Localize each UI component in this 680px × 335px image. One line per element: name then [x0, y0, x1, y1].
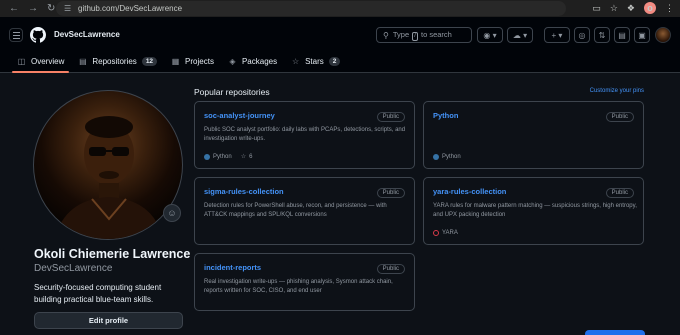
copilot-menu-button[interactable]: ☁ ▾: [507, 27, 533, 43]
star-icon: ☆: [292, 56, 300, 66]
repo-card: Python Public Python: [423, 101, 644, 169]
repo-meta: Python: [433, 154, 461, 160]
tab-repositories[interactable]: ▤ Repositories 12: [71, 50, 164, 72]
hamburger-menu-icon[interactable]: [9, 28, 23, 42]
search-icon: ⚲: [383, 30, 389, 40]
repo-name-link[interactable]: soc-analyst-journey: [204, 111, 405, 120]
repositories-button[interactable]: ▤: [614, 27, 630, 43]
repo-description: Detection rules for PowerShell abuse, re…: [204, 203, 387, 218]
repo-icon: ▤: [79, 56, 87, 66]
tab-label: Repositories: [92, 56, 137, 66]
repo-name-link[interactable]: yara-rules-collection: [433, 187, 634, 196]
reload-icon[interactable]: ↻: [47, 3, 55, 14]
pull-request-icon: ⇅: [598, 30, 606, 40]
set-status-icon[interactable]: ☺: [163, 204, 181, 222]
copilot-icon: ◉ ▾: [483, 30, 497, 40]
tab-packages[interactable]: ◈ Packages: [221, 50, 284, 72]
repo-language: Python: [204, 153, 232, 160]
issue-icon: ◎: [578, 30, 586, 40]
language-dot-icon: [433, 154, 439, 160]
repo-icon: ▤: [618, 30, 626, 40]
table-icon: ▦: [171, 56, 180, 66]
tab-label: Projects: [185, 56, 214, 66]
header-owner[interactable]: DevSecLawrence: [54, 30, 120, 39]
tab-overview[interactable]: ◫ Overview: [10, 50, 71, 73]
user-avatar[interactable]: [655, 27, 671, 43]
create-new-button[interactable]: + ▾: [544, 27, 570, 43]
customize-pins-link[interactable]: Customize your pins: [590, 88, 644, 94]
tab-label: Overview: [31, 56, 65, 66]
browser-profile-avatar[interactable]: o: [644, 2, 656, 14]
repo-language: YARA: [433, 230, 458, 236]
search-input[interactable]: ⚲ Type / to search: [376, 27, 472, 43]
book-icon: ◫: [17, 56, 26, 66]
tab-label: Packages: [241, 56, 278, 66]
visibility-badge: Public: [605, 188, 634, 198]
repo-language: Python: [433, 154, 461, 160]
edit-profile-button[interactable]: Edit profile: [34, 312, 183, 329]
repo-card: yara-rules-collection Public YARA rules …: [423, 177, 644, 245]
tab-count: 2: [328, 56, 341, 66]
repo-description: Public SOC analyst portfolio: daily labs…: [204, 127, 406, 142]
back-icon[interactable]: ←: [9, 3, 19, 14]
url-text: github.com/DevSecLawrence: [78, 4, 183, 13]
star-icon: ☆: [240, 154, 247, 160]
repo-description: YARA rules for malware pattern matching …: [433, 203, 637, 218]
forward-icon[interactable]: →: [28, 3, 38, 14]
plus-icon: + ▾: [551, 30, 563, 40]
profile-fullname: Okoli Chiemerie Lawrence: [34, 247, 191, 261]
package-icon: ◈: [229, 56, 236, 66]
profile-bio: Security-focused computing student build…: [34, 283, 162, 304]
repo-stars-link[interactable]: ☆ 6: [240, 153, 253, 161]
contribution-settings-button[interactable]: [585, 330, 645, 335]
profile-photo-icon: [54, 116, 164, 239]
repo-card: soc-analyst-journey Public Public SOC an…: [194, 101, 415, 169]
browser-toolbar: ← → ↻ ☰ github.com/DevSecLawrence ▭ ☆ ❖ …: [0, 0, 680, 17]
repo-card: sigma-rules-collection Public Detection …: [194, 177, 415, 245]
browser-actions: ▭ ☆ ❖ o ⋮: [592, 2, 674, 14]
repo-meta: YARA: [433, 230, 458, 236]
pull-requests-button[interactable]: ⇅: [594, 27, 610, 43]
cloud-icon: ☁ ▾: [512, 30, 528, 40]
site-info-icon[interactable]: ☰: [64, 4, 72, 13]
repo-card: incident-reports Public Real investigati…: [194, 253, 415, 311]
github-logo-icon[interactable]: [30, 27, 46, 43]
repo-meta: Python ☆ 6: [204, 153, 252, 160]
visibility-badge: Public: [376, 112, 405, 122]
cast-icon[interactable]: ▭: [592, 2, 601, 14]
github-header: DevSecLawrence ⚲ Type / to search ◉ ▾ ☁ …: [0, 17, 680, 73]
visibility-badge: Public: [376, 264, 405, 274]
issues-button[interactable]: ◎: [574, 27, 590, 43]
bookmark-star-icon[interactable]: ☆: [610, 2, 618, 14]
repo-name-link[interactable]: Python: [433, 111, 634, 120]
profile-tabs: ◫ Overview ▤ Repositories 12 ▦ Projects …: [0, 50, 347, 73]
language-dot-icon: [204, 153, 210, 160]
tab-stars[interactable]: ☆ Stars 2: [284, 50, 347, 72]
browser-nav: ← → ↻: [0, 3, 55, 14]
search-placeholder: Type / to search: [392, 29, 452, 41]
tab-count: 12: [141, 56, 158, 66]
address-bar[interactable]: ☰ github.com/DevSecLawrence: [56, 1, 566, 16]
popular-repos-heading: Popular repositories: [194, 87, 270, 97]
visibility-badge: Public: [376, 188, 405, 198]
extensions-icon[interactable]: ❖: [627, 2, 635, 14]
language-dot-icon: [433, 230, 439, 236]
repo-description: Real investigation write-ups — phishing …: [204, 279, 393, 294]
profile-avatar[interactable]: [33, 90, 183, 240]
tab-projects[interactable]: ▦ Projects: [164, 50, 221, 72]
inbox-button[interactable]: ▣: [634, 27, 650, 43]
visibility-badge: Public: [605, 112, 634, 122]
browser-menu-icon[interactable]: ⋮: [665, 2, 674, 14]
inbox-icon: ▣: [638, 30, 646, 40]
tab-label: Stars: [305, 56, 324, 66]
repo-name-link[interactable]: sigma-rules-collection: [204, 187, 405, 196]
profile-username: DevSecLawrence: [34, 263, 113, 274]
copilot-button[interactable]: ◉ ▾: [477, 27, 503, 43]
repo-name-link[interactable]: incident-reports: [204, 263, 405, 272]
